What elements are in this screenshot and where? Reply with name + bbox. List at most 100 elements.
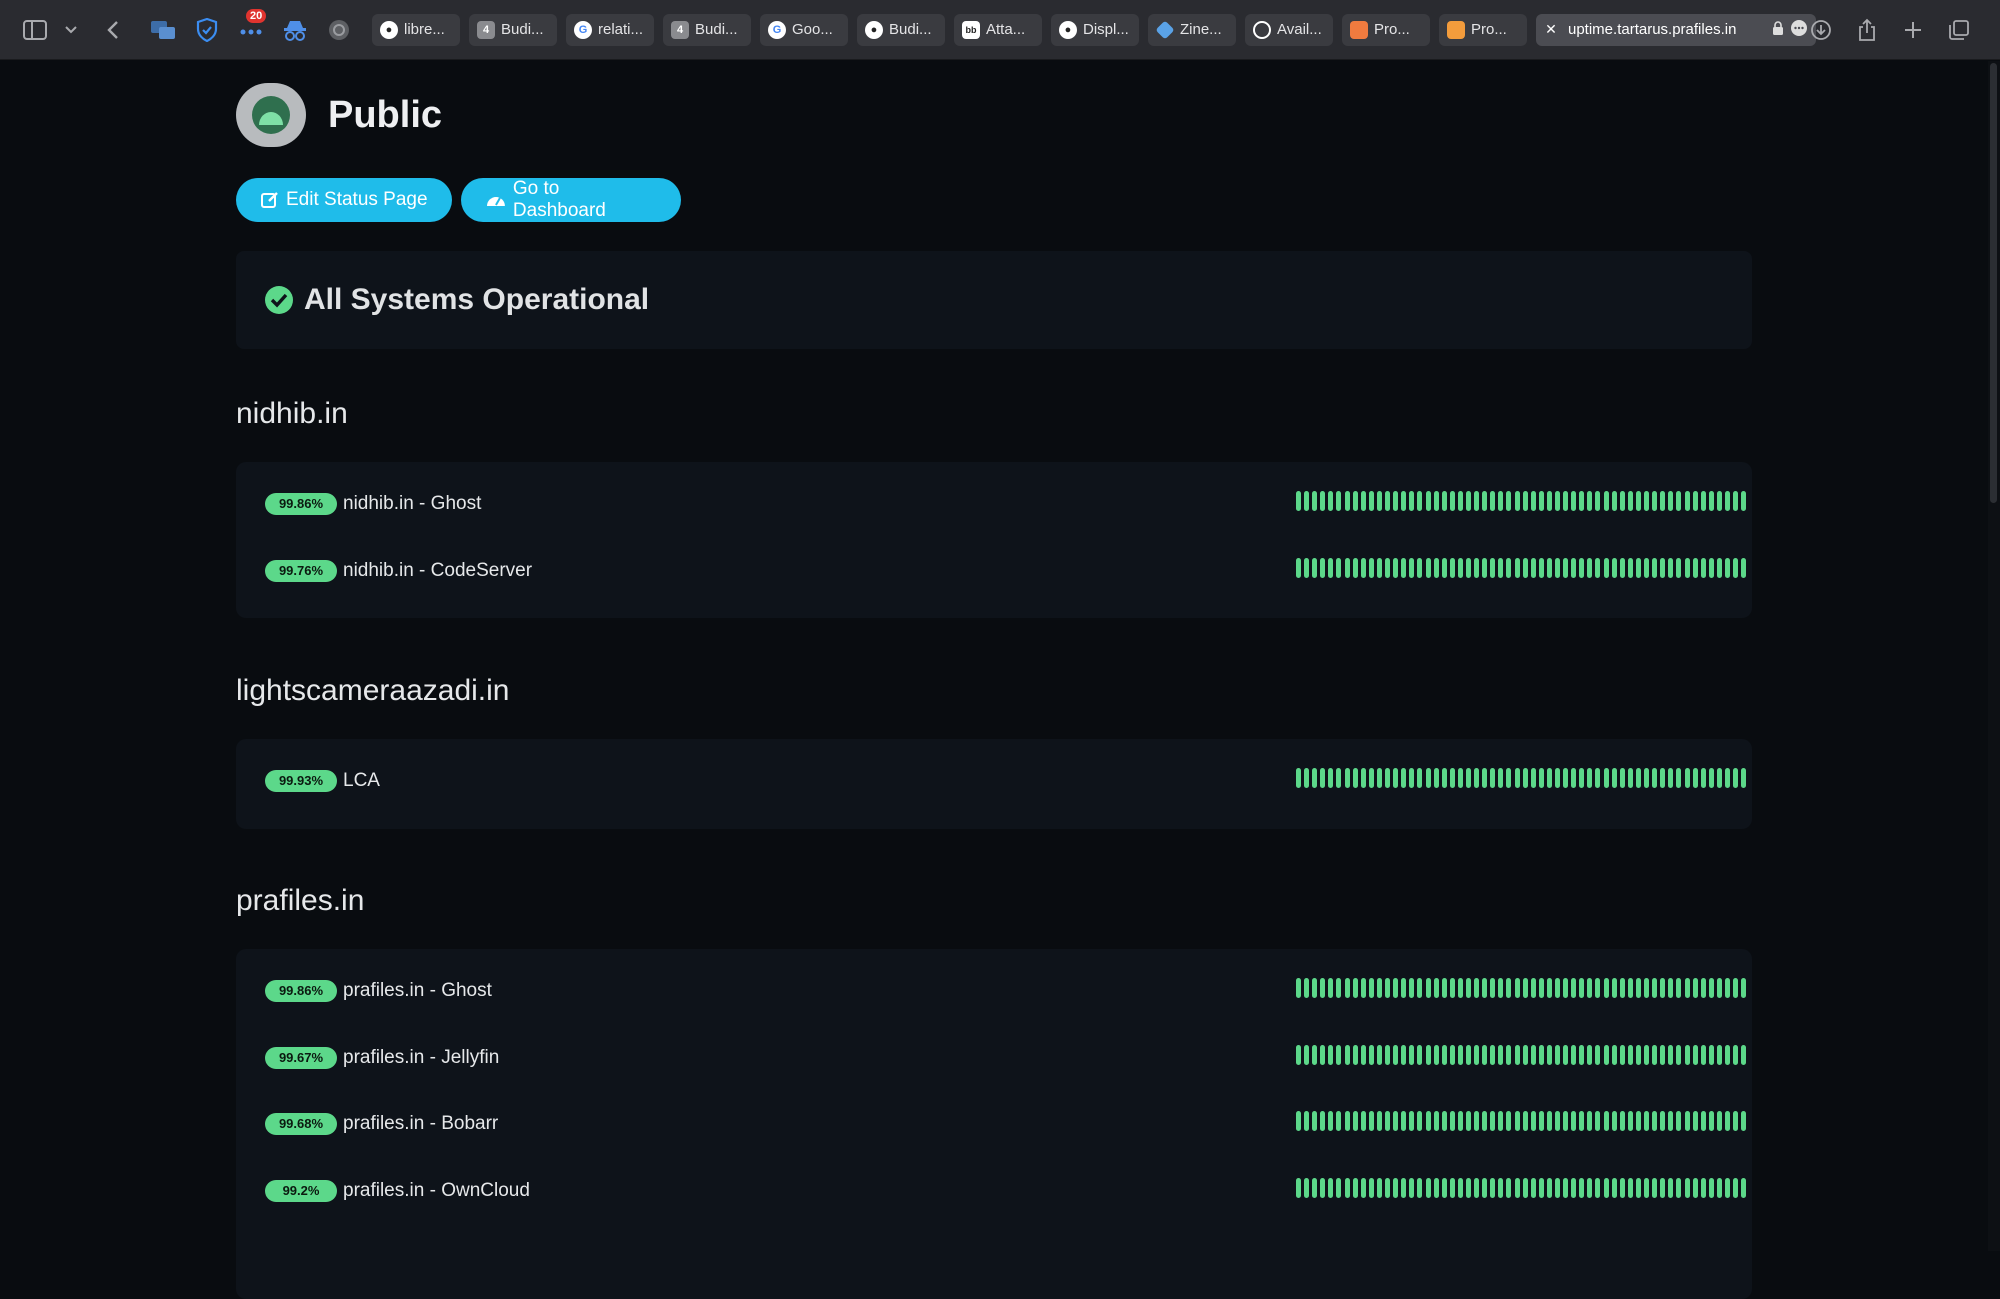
monitor-row[interactable]: 99.93% LCA — [265, 761, 1747, 801]
heartbeat-tick — [1571, 491, 1577, 511]
tab-overview-icon[interactable] — [1942, 13, 1976, 47]
heartbeat-tick — [1433, 1045, 1439, 1065]
monitor-card-prafiles: 99.86% prafiles.in - Ghost 99.67% prafil… — [236, 949, 1752, 1299]
heartbeat-tick — [1376, 558, 1382, 578]
heartbeat-bar — [1296, 978, 1749, 998]
tab-0[interactable]: ● libre... — [372, 13, 460, 46]
heartbeat-tick — [1627, 491, 1633, 511]
heartbeat-tick — [1530, 1111, 1536, 1131]
heartbeat-tick — [1498, 1111, 1504, 1131]
monitor-card-nidhib: 99.86% nidhib.in - Ghost 99.76% nidhib.i… — [236, 462, 1752, 618]
screens-extension-icon[interactable] — [146, 13, 180, 47]
monitor-row[interactable]: 99.67% prafiles.in - Jellyfin — [265, 1038, 1747, 1078]
heartbeat-tick — [1336, 558, 1342, 578]
heartbeat-tick — [1652, 1111, 1658, 1131]
tab-5[interactable]: ● Budi... — [857, 13, 945, 46]
sidebar-toggle-icon[interactable] — [18, 13, 52, 47]
heartbeat-tick — [1393, 558, 1399, 578]
heartbeat-tick — [1579, 978, 1585, 998]
heartbeat-tick — [1376, 978, 1382, 998]
tab-9[interactable]: Avail... — [1245, 13, 1333, 46]
heartbeat-tick — [1579, 558, 1585, 578]
heartbeat-tick — [1733, 1178, 1739, 1198]
heartbeat-tick — [1296, 978, 1301, 998]
group-title-prafiles: prafiles.in — [236, 884, 365, 917]
heartbeat-tick — [1344, 491, 1350, 511]
heartbeat-tick — [1716, 1111, 1722, 1131]
heartbeat-tick — [1684, 491, 1690, 511]
download-icon[interactable] — [1804, 13, 1838, 47]
heartbeat-tick — [1449, 1111, 1455, 1131]
heartbeat-tick — [1603, 1178, 1609, 1198]
address-bar-url[interactable]: uptime.tartarus.prafiles.in — [1568, 21, 1766, 38]
close-tab-icon[interactable]: ✕ — [1544, 21, 1558, 39]
gray-extension-icon[interactable] — [322, 13, 356, 47]
gray-box-icon: 4 — [671, 20, 689, 39]
heartbeat-tick — [1376, 1178, 1382, 1198]
back-arrow-icon[interactable] — [96, 13, 130, 47]
heartbeat-tick — [1385, 978, 1391, 998]
heartbeat-tick — [1692, 1045, 1698, 1065]
go-to-dashboard-button[interactable]: Go to Dashboard — [461, 178, 681, 222]
heartbeat-tick — [1409, 491, 1415, 511]
uptime-badge: 99.93% — [265, 770, 337, 792]
heartbeat-tick — [1563, 1045, 1569, 1065]
tab-4[interactable]: G Goo... — [760, 13, 848, 46]
edit-status-page-button[interactable]: Edit Status Page — [236, 178, 452, 222]
heartbeat-tick — [1457, 1111, 1463, 1131]
monitor-row[interactable]: 99.86% nidhib.in - Ghost — [265, 484, 1747, 524]
overall-status-text: All Systems Operational — [304, 283, 650, 316]
monitor-row[interactable]: 99.2% prafiles.in - OwnCloud — [265, 1171, 1747, 1211]
heartbeat-tick — [1296, 558, 1301, 578]
heartbeat-tick — [1336, 768, 1342, 788]
monitor-row[interactable]: 99.76% nidhib.in - CodeServer — [265, 551, 1747, 591]
heartbeat-tick — [1741, 491, 1747, 511]
heartbeat-tick — [1676, 978, 1682, 998]
heartbeat-tick — [1344, 1111, 1350, 1131]
tab-11[interactable]: Pro... — [1439, 13, 1527, 46]
tab-1[interactable]: 4 Budi... — [469, 13, 557, 46]
heartbeat-tick — [1611, 491, 1617, 511]
heartbeat-tick — [1336, 1111, 1342, 1131]
heartbeat-tick — [1741, 558, 1747, 578]
tab-2[interactable]: Grelati... — [566, 13, 654, 46]
tab-8[interactable]: Zine... — [1148, 13, 1236, 46]
heartbeat-tick — [1344, 1045, 1350, 1065]
monitor-row[interactable]: 99.68% prafiles.in - Bobarr — [265, 1104, 1747, 1144]
new-tab-plus-icon[interactable] — [1896, 13, 1930, 47]
tab-10[interactable]: Pro... — [1342, 13, 1430, 46]
heartbeat-tick — [1644, 768, 1650, 788]
scrollbar-thumb[interactable] — [1990, 63, 1997, 503]
heartbeat-tick — [1716, 1045, 1722, 1065]
heartbeat-tick — [1627, 558, 1633, 578]
google-icon: G — [574, 20, 592, 39]
heartbeat-tick — [1328, 558, 1334, 578]
heartbeat-tick — [1724, 768, 1730, 788]
more-extensions-icon[interactable]: 20 — [234, 8, 268, 47]
heartbeat-tick — [1344, 1178, 1350, 1198]
tab-7[interactable]: ● Displ... — [1051, 13, 1139, 46]
spy-extension-icon[interactable] — [278, 13, 312, 47]
bitwarden-shield-icon[interactable] — [190, 13, 224, 47]
tab-6[interactable]: bb Atta... — [954, 13, 1042, 46]
heartbeat-tick — [1312, 1178, 1318, 1198]
heartbeat-tick — [1635, 1045, 1641, 1065]
heartbeat-tick — [1708, 491, 1714, 511]
chevron-down-icon[interactable] — [62, 13, 80, 47]
tab-active[interactable]: ✕ uptime.tartarus.prafiles.in — [1536, 13, 1816, 46]
heartbeat-tick — [1425, 1111, 1431, 1131]
heartbeat-tick — [1684, 1111, 1690, 1131]
heartbeat-tick — [1304, 491, 1310, 511]
page-scrollbar[interactable] — [1988, 61, 2000, 1251]
heartbeat-tick — [1660, 1045, 1666, 1065]
heartbeat-tick — [1465, 768, 1471, 788]
heartbeat-tick — [1368, 1045, 1374, 1065]
share-icon[interactable] — [1850, 13, 1884, 47]
heartbeat-tick — [1546, 768, 1552, 788]
heartbeat-tick — [1563, 1111, 1569, 1131]
heartbeat-tick — [1417, 558, 1423, 578]
tab-3[interactable]: 4 Budi... — [663, 13, 751, 46]
monitor-row[interactable]: 99.86% prafiles.in - Ghost — [265, 971, 1747, 1011]
heartbeat-tick — [1401, 1045, 1407, 1065]
monitor-name: prafiles.in - Bobarr — [343, 1113, 499, 1134]
